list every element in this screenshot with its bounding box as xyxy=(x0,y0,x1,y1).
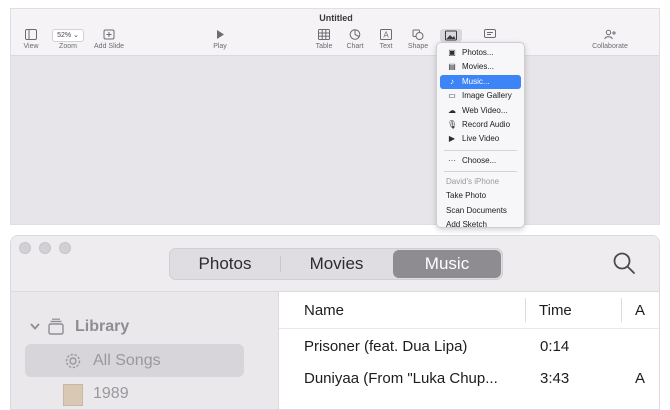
view-button[interactable]: View xyxy=(11,29,51,50)
menu-item-record-audio[interactable]: 🎙︎ Record Audio xyxy=(440,118,521,132)
menu-item-music[interactable]: ♪ Music... xyxy=(440,74,521,90)
chevron-down-icon xyxy=(30,323,40,330)
menu-item-add-sketch[interactable]: Add Sketch xyxy=(440,218,521,227)
sidebar-item-label: All Songs xyxy=(93,352,161,369)
add-slide-button[interactable]: Add Slide xyxy=(90,29,128,50)
zoom-window-button[interactable] xyxy=(59,242,71,254)
comment-icon xyxy=(470,29,510,41)
keynote-toolbar: Untitled View 52% ⌄ Zoom Add Slide Play … xyxy=(11,9,659,56)
chevron-down-icon: ⌄ xyxy=(73,32,79,39)
svg-text:A: A xyxy=(383,31,389,40)
column-header-artist[interactable]: A xyxy=(635,302,645,319)
column-header-name[interactable]: Name xyxy=(304,302,344,319)
menu-item-label: Movies... xyxy=(462,62,495,72)
ellipsis-icon: ··· xyxy=(448,155,456,165)
film-icon: ▤ xyxy=(448,62,456,72)
tab-music[interactable]: Music xyxy=(393,250,501,278)
keynote-window: Untitled View 52% ⌄ Zoom Add Slide Play … xyxy=(10,8,660,225)
screenshot-stage: Untitled View 52% ⌄ Zoom Add Slide Play … xyxy=(0,0,670,410)
comment-button[interactable] xyxy=(470,29,510,43)
cloud-icon: ☁ xyxy=(448,105,456,115)
library-label: Library xyxy=(75,318,130,335)
media-browser-window: Photos Movies Music Library All Songs 19… xyxy=(10,235,660,410)
music-note-icon: ♪ xyxy=(450,76,454,86)
songs-table: Name Time A Prisoner (feat. Dua Lipa) 0:… xyxy=(279,292,659,409)
table-row-artist[interactable]: A xyxy=(635,370,645,387)
menu-separator xyxy=(444,171,517,173)
menu-item-label: Live Video xyxy=(462,134,500,144)
device-header: David's iPhone xyxy=(446,177,500,187)
zoom-box: 52% ⌄ xyxy=(48,29,88,42)
media-sidebar: Library All Songs 1989 xyxy=(11,292,279,409)
table-row-name[interactable]: Duniyaa (From "Luka Chup... xyxy=(304,370,498,387)
column-divider[interactable] xyxy=(525,298,526,322)
add-slide-icon xyxy=(90,29,128,41)
gallery-icon: ▭ xyxy=(448,91,456,101)
photo-icon xyxy=(440,29,462,41)
add-slide-label: Add Slide xyxy=(94,43,124,50)
sidebar-icon xyxy=(11,29,51,41)
play-label: Play xyxy=(213,43,227,50)
search-button[interactable] xyxy=(611,250,637,276)
play-button[interactable]: Play xyxy=(200,29,240,50)
library-icon xyxy=(48,318,64,335)
slide-canvas[interactable] xyxy=(11,56,659,224)
photo-icon: ▣ xyxy=(448,48,456,57)
gear-icon xyxy=(65,353,81,369)
menu-item-web-video[interactable]: ☁ Web Video... xyxy=(440,104,521,118)
menu-item-label: Image Gallery xyxy=(462,91,512,101)
menu-item-movies[interactable]: ▤ Movies... xyxy=(440,60,521,74)
menu-item-label: Choose... xyxy=(462,155,497,165)
menu-item-choose[interactable]: ··· Choose... xyxy=(440,154,521,168)
tab-photos[interactable]: Photos xyxy=(171,250,279,278)
collaborate-icon xyxy=(585,29,635,41)
zoom-value: 52% ⌄ xyxy=(52,29,84,42)
menu-item-label: Record Audio xyxy=(462,119,511,129)
media-button-highlight xyxy=(440,29,462,42)
table-row-time[interactable]: 0:14 xyxy=(540,338,569,355)
video-camera-icon: ▶ xyxy=(448,134,456,144)
media-menu: ▣ Photos... ▤ Movies... ♪ Music... ▭ Ima… xyxy=(436,42,525,228)
column-header-time[interactable]: Time xyxy=(539,302,572,319)
media-type-tabs: Photos Movies Music xyxy=(169,248,503,280)
view-label: View xyxy=(23,43,39,50)
window-title: Untitled xyxy=(319,13,353,23)
menu-item-photos[interactable]: ▣ Photos... xyxy=(440,46,521,60)
microphone-icon: 🎙︎ xyxy=(447,119,458,129)
media-browser-titlebar: Photos Movies Music xyxy=(11,236,659,292)
menu-item-image-gallery[interactable]: ▭ Image Gallery xyxy=(440,89,521,103)
search-icon xyxy=(613,252,635,274)
zoom-value-text: 52% xyxy=(57,32,72,39)
tab-movies[interactable]: Movies xyxy=(281,250,392,278)
close-window-button[interactable] xyxy=(19,242,31,254)
menu-item-live-video[interactable]: ▶ Live Video xyxy=(440,132,521,146)
header-separator xyxy=(279,328,659,329)
menu-item-take-photo[interactable]: Take Photo xyxy=(440,189,521,203)
menu-item-label: Web Video... xyxy=(462,105,508,115)
zoom-control[interactable]: 52% ⌄ Zoom xyxy=(48,29,88,50)
collaborate-label: Collaborate xyxy=(592,43,628,50)
column-divider[interactable] xyxy=(621,298,622,322)
zoom-label: Zoom xyxy=(59,43,77,50)
table-row-name[interactable]: Prisoner (feat. Dua Lipa) xyxy=(304,338,467,355)
menu-item-label: Photos... xyxy=(462,48,494,57)
menu-item-label: Music... xyxy=(462,76,490,86)
table-row-time[interactable]: 3:43 xyxy=(540,370,569,387)
shape-label: Shape xyxy=(407,43,429,50)
collaborate-button[interactable]: Collaborate xyxy=(585,29,635,50)
minimize-window-button[interactable] xyxy=(39,242,51,254)
menu-separator xyxy=(444,149,517,151)
album-cover-image xyxy=(63,384,83,406)
play-icon xyxy=(200,29,240,41)
menu-item-scan-documents[interactable]: Scan Documents xyxy=(440,204,521,218)
sidebar-item-1989[interactable]: 1989 xyxy=(93,385,129,403)
